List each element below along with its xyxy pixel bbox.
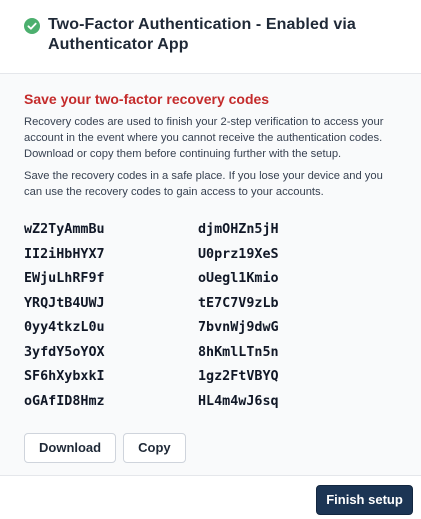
check-circle-icon xyxy=(24,18,40,34)
recovery-code: YRQJtB4UWJ xyxy=(24,295,105,311)
copy-button[interactable]: Copy xyxy=(123,433,186,463)
safe-place-note: Save the recovery codes in a safe place.… xyxy=(24,170,383,198)
code-row: 3yfdY5oYOX 8hKmlLTn5n xyxy=(24,341,384,366)
recovery-codes-heading: Save your two-factor recovery codes xyxy=(24,91,270,107)
recovery-codes-list: wZ2TyAmmBu djmOHZn5jH II2iHbHYX7 U0prz19… xyxy=(24,218,384,414)
code-actions: Download Copy xyxy=(24,433,186,463)
code-row: SF6hXybxkI 1gz2FtVBYQ xyxy=(24,365,384,390)
recovery-code: wZ2TyAmmBu xyxy=(24,222,105,237)
recovery-code: oUegl1Kmio xyxy=(198,271,279,286)
recovery-code: 0yy4tkzL0u xyxy=(24,320,105,335)
recovery-code: II2iHbHYX7 xyxy=(24,246,105,262)
recovery-code: 7bvnWj9dwG xyxy=(198,320,279,335)
recovery-code: djmOHZn5jH xyxy=(198,222,279,237)
two-factor-dialog: Two-Factor Authentication - Enabled via … xyxy=(0,0,421,519)
recovery-code: U0prz19XeS xyxy=(198,246,279,262)
recovery-code: 1gz2FtVBYQ xyxy=(198,369,279,384)
recovery-description: Recovery codes are used to finish your 2… xyxy=(24,116,384,160)
code-row: oGAfID8Hmz HL4m4wJ6sq xyxy=(24,390,384,415)
recovery-code: 8hKmlLTn5n xyxy=(198,344,279,360)
recovery-code: SF6hXybxkI xyxy=(24,369,105,384)
code-row: 0yy4tkzL0u 7bvnWj9dwG xyxy=(24,316,384,341)
finish-setup-button[interactable]: Finish setup xyxy=(316,485,413,515)
code-row: YRQJtB4UWJ tE7C7V9zLb xyxy=(24,292,384,317)
code-row: II2iHbHYX7 U0prz19XeS xyxy=(24,243,384,268)
recovery-code: 3yfdY5oYOX xyxy=(24,344,105,360)
code-row: wZ2TyAmmBu djmOHZn5jH xyxy=(24,218,384,243)
dialog-title: Two-Factor Authentication - Enabled via … xyxy=(48,16,356,53)
dialog-footer: Finish setup xyxy=(0,476,421,519)
code-row: EWjuLhRF9f oUegl1Kmio xyxy=(24,267,384,292)
recovery-code: oGAfID8Hmz xyxy=(24,393,105,409)
dialog-body: Save your two-factor recovery codes Reco… xyxy=(0,73,421,476)
recovery-code: tE7C7V9zLb xyxy=(198,295,279,311)
recovery-code: HL4m4wJ6sq xyxy=(198,393,279,409)
download-button[interactable]: Download xyxy=(24,433,117,463)
dialog-header: Two-Factor Authentication - Enabled via … xyxy=(0,0,421,73)
recovery-code: EWjuLhRF9f xyxy=(24,271,105,286)
